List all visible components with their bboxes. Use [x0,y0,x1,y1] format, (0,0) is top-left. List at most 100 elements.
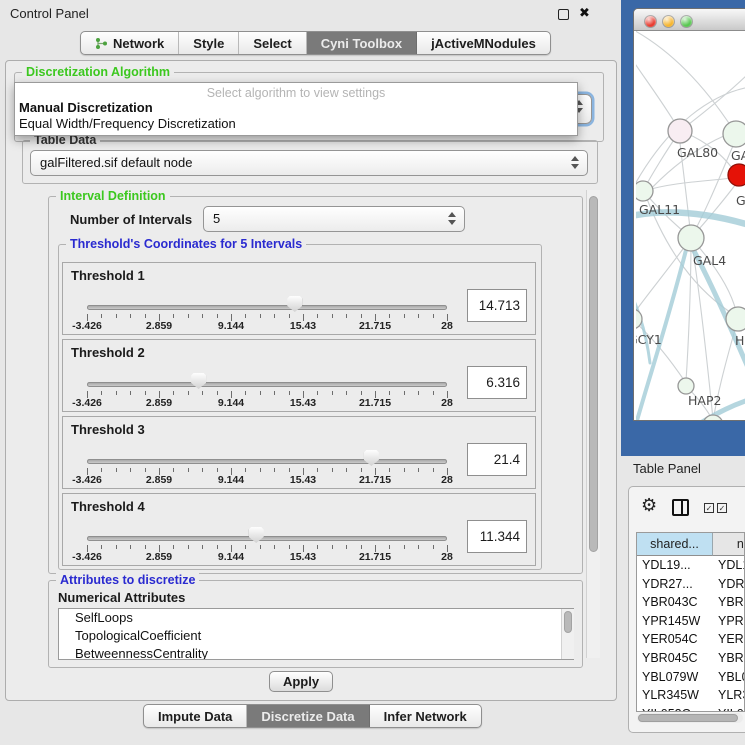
threshold-label: Threshold 3 [71,422,145,437]
network-node[interactable] [678,225,704,251]
threshold-value-field[interactable]: 6.316 [467,366,527,399]
table-horizontal-scrollbar[interactable] [637,713,743,723]
table-row[interactable]: YER054CYER0... [637,630,745,649]
attribute-list-item[interactable]: TopologicalCoefficient [59,627,573,645]
table-column-header[interactable]: name [713,533,745,556]
network-node[interactable] [636,181,653,201]
tab-style[interactable]: Style [179,32,239,54]
table-row[interactable]: YIL052CYIL0... [637,705,745,711]
tick-mark [260,468,261,472]
threshold-panel-4: Threshold 4-3.4262.8599.14415.4321.71528… [62,493,536,566]
close-icon[interactable]: ✖ [579,5,590,21]
mac-close-icon[interactable] [645,16,656,27]
tab-jactivemnodules[interactable]: jActiveMNodules [417,32,550,54]
bottom-tab-infer-network[interactable]: Infer Network [370,705,481,727]
tick-label: 21.715 [359,320,391,332]
mac-minimize-icon[interactable] [663,16,674,27]
column-layout-icon[interactable] [672,499,689,516]
tick-label: 21.715 [359,474,391,486]
panel-scrollbar-thumb[interactable] [589,196,598,552]
tick-mark [145,314,146,318]
bottom-tab-impute-data[interactable]: Impute Data [144,705,247,727]
screen: Control Panel ✖ Network StyleSelectCyni T… [0,0,745,745]
threshold-value-field[interactable]: 11.344 [467,520,527,553]
algorithm-placeholder: Select algorithm to view settings [15,83,577,100]
threshold-slider-track[interactable] [87,536,447,541]
network-node-label: GCY1 [636,332,662,347]
table-data-combobox[interactable]: galFiltered.sif default node [30,150,588,176]
tick-mark [289,314,290,318]
table-row[interactable]: YBL079WYBL0... [637,668,745,687]
attributes-scrollbar-thumb[interactable] [564,611,572,633]
select-none-checkbox-icon[interactable]: ✓ [717,503,727,513]
select-all-checkbox-icon[interactable]: ✓ [704,503,714,513]
algorithm-option-manual[interactable]: Manual Discretization [15,100,577,116]
network-node[interactable] [636,309,642,329]
table-row[interactable]: YDR27...YDR2... [637,575,745,594]
table-cell: YLR345W [637,686,699,705]
network-node[interactable] [726,307,745,331]
tick-mark [173,468,174,472]
tick-mark [389,468,390,472]
network-window-titlebar[interactable] [634,9,745,31]
table-row[interactable]: YLR345WYLR3... [637,686,745,705]
tick-mark [289,391,290,395]
threshold-slider-track[interactable] [87,382,447,387]
float-panel-icon[interactable] [558,9,569,20]
table-row[interactable]: YBR045CYBR0... [637,649,745,668]
threshold-panel-3: Threshold 3-3.4262.8599.14415.4321.71528… [62,416,536,489]
tick-mark [433,391,434,395]
tab-label: Network [113,36,164,51]
tab-select[interactable]: Select [239,32,306,54]
tick-mark [217,391,218,395]
table-cell: YPR145W [637,612,700,631]
tick-mark [361,314,362,318]
combo-stepper-icon [571,156,580,169]
tick-label: 15.43 [290,551,316,563]
tick-mark [332,545,333,549]
number-of-intervals-combobox[interactable]: 5 [203,206,465,232]
network-node[interactable] [703,415,723,421]
attribute-list-item[interactable]: BetweennessCentrality [59,645,573,660]
network-canvas[interactable]: GAL80GAGGAL11GAL4GCY1HHAP2 [636,31,745,421]
node-attribute-table: shared...name YDL19...YDL1...YDR27...YDR… [636,532,745,712]
table-data-selected-value: galFiltered.sif default node [40,155,192,170]
threshold-slider-track[interactable] [87,305,447,310]
threshold-slider-track[interactable] [87,459,447,464]
numerical-attributes-list[interactable]: SelfLoopsTopologicalCoefficientBetweenne… [58,608,574,660]
tick-label: 28 [441,474,453,486]
network-node[interactable] [723,121,745,147]
table-row[interactable]: YPR145WYPR1... [637,612,745,631]
mac-zoom-icon[interactable] [681,16,692,27]
control-panel-title: Control Panel [10,6,89,21]
threshold-value-field[interactable]: 14.713 [467,289,527,322]
tick-mark [217,545,218,549]
table-row[interactable]: YBR043CYBR0... [637,593,745,612]
attributes-list-scrollbar[interactable] [561,609,574,659]
table-scrollbar-thumb[interactable] [638,714,738,722]
discretization-algorithm-group-title: Discretization Algorithm [22,65,174,79]
bottom-tab-discretize-data[interactable]: Discretize Data [247,705,369,727]
network-node[interactable] [728,164,745,186]
tick-mark [389,314,390,318]
tick-mark [188,468,189,472]
table-row[interactable]: YDL19...YDL1... [637,556,745,575]
tab-network[interactable]: Network [81,32,179,54]
apply-button[interactable]: Apply [269,671,333,692]
panel-scrollbar[interactable] [586,190,600,658]
attribute-list-item[interactable]: SelfLoops [59,609,573,627]
thresholds-group-title: Threshold's Coordinates for 5 Intervals [66,237,306,251]
tick-mark [361,468,362,472]
tick-mark [389,545,390,549]
network-node[interactable] [678,378,694,394]
network-node[interactable] [668,119,692,143]
table-cell: YIL052C [637,705,691,711]
tab-cyni-toolbox[interactable]: Cyni Toolbox [307,32,417,54]
gear-icon[interactable]: ⚙ [641,495,657,516]
tick-label: -3.426 [72,474,102,486]
algorithm-option-equal-width[interactable]: Equal Width/Frequency Discretization [15,116,577,132]
number-of-intervals-label: Number of Intervals [70,212,192,227]
table-column-header[interactable]: shared... [637,533,713,556]
tick-mark [202,545,203,549]
threshold-value-field[interactable]: 21.4 [467,443,527,476]
